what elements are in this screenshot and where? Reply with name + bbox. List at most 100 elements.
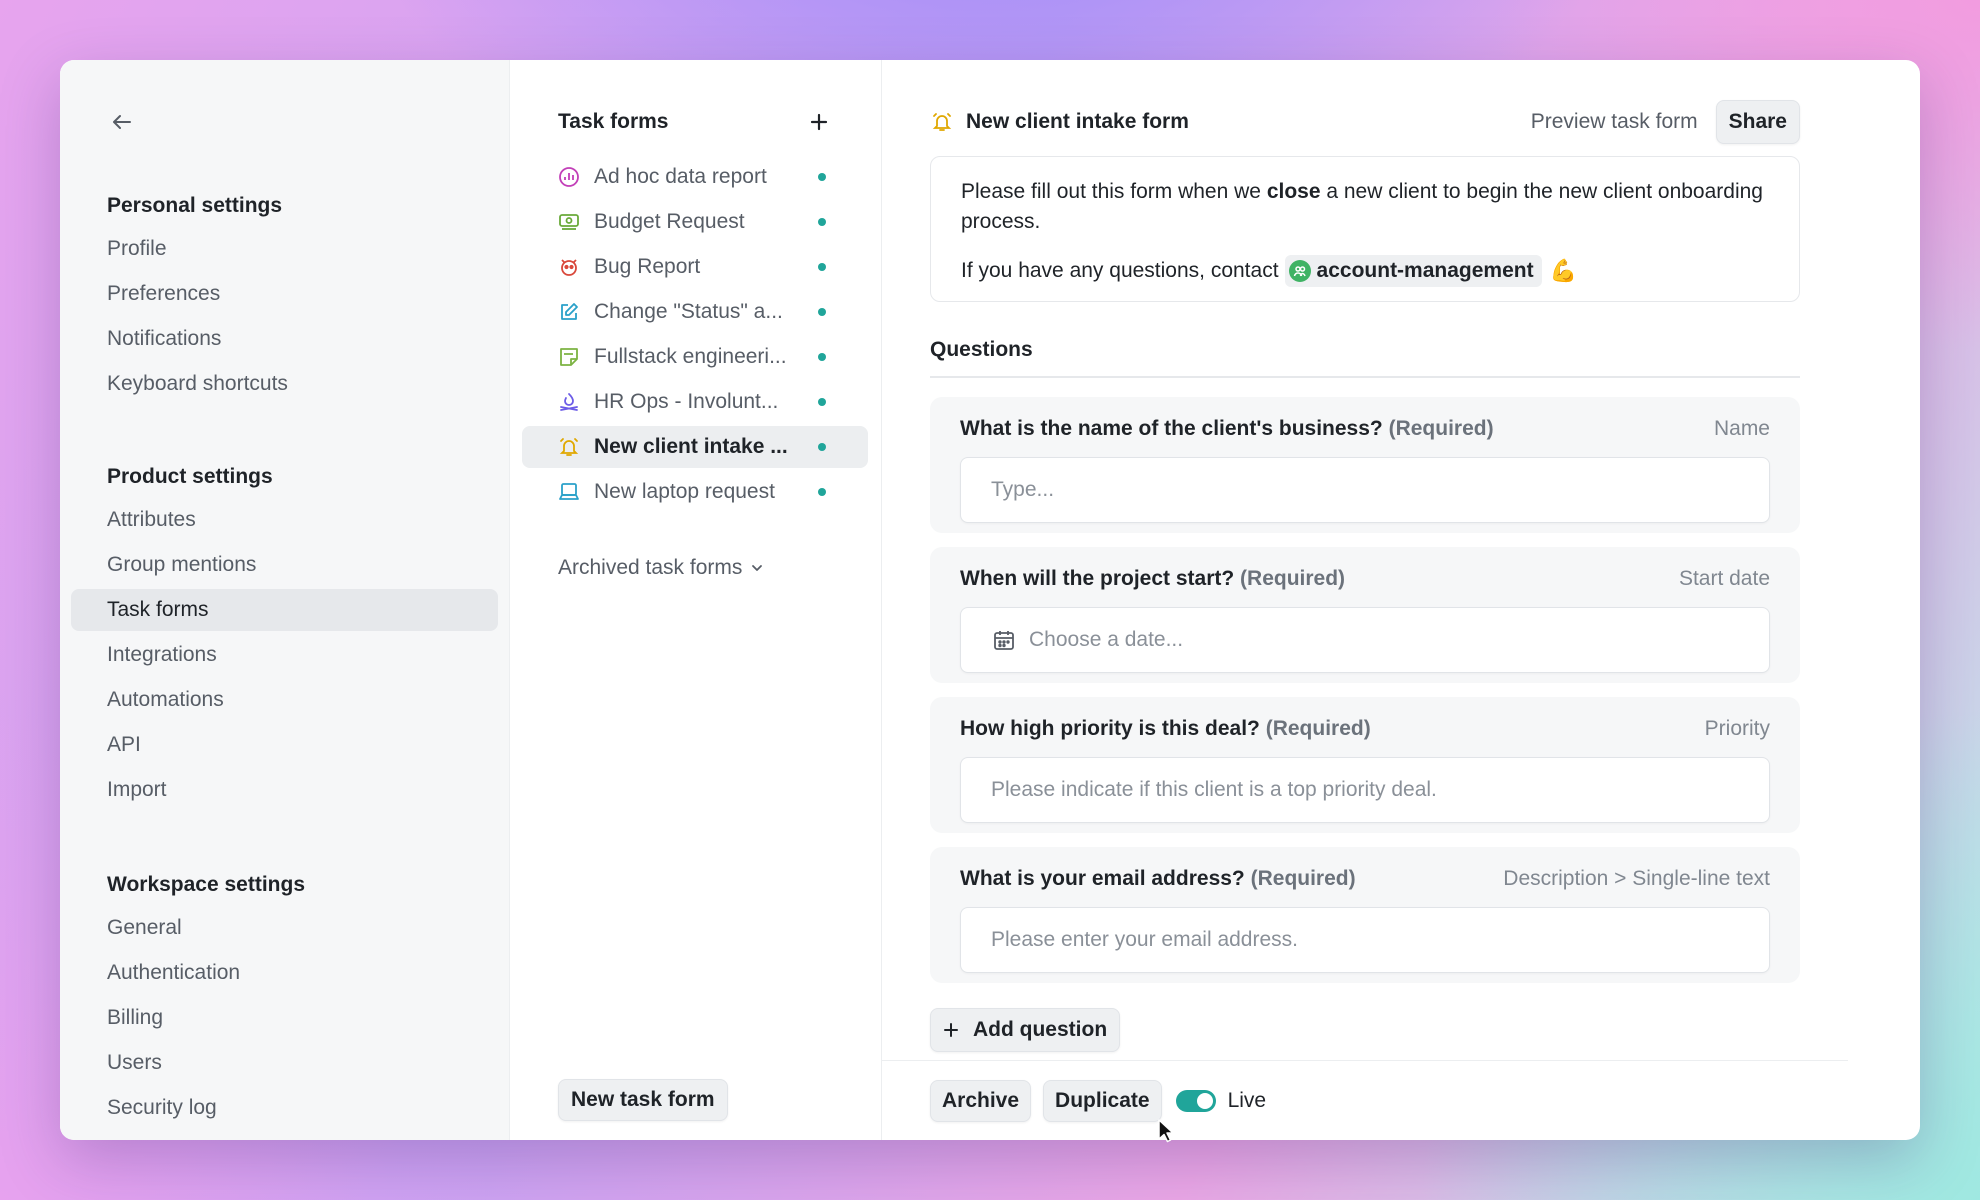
note-icon <box>558 346 580 368</box>
nav-item-security-log[interactable]: Security log <box>71 1087 498 1129</box>
task-form-label: HR Ops - Involunt... <box>594 390 779 413</box>
section-title: Personal settings <box>107 194 283 217</box>
nav-item-billing[interactable]: Billing <box>71 997 498 1039</box>
form-title[interactable]: New client intake form <box>966 110 1531 134</box>
question-card[interactable]: What is the name of the client's busines… <box>930 397 1800 533</box>
task-form-label: Change "Status" a... <box>594 300 783 323</box>
live-status-dot <box>818 218 826 226</box>
input-placeholder: Choose a date... <box>1029 628 1184 651</box>
task-form-item-budget-request[interactable]: Budget Request <box>522 201 868 243</box>
live-status-dot <box>818 263 826 271</box>
add-task-form-button[interactable] <box>804 107 834 137</box>
task-form-item-new-laptop-request[interactable]: New laptop request <box>522 471 868 513</box>
nav-item-keyboard-shortcuts[interactable]: Keyboard shortcuts <box>71 363 498 405</box>
live-toggle[interactable] <box>1175 1090 1216 1112</box>
nav-item-api[interactable]: API <box>71 724 498 766</box>
nav-item-integrations[interactable]: Integrations <box>71 634 498 676</box>
required-tag: (Required) <box>1240 567 1346 590</box>
duplicate-button[interactable]: Duplicate <box>1043 1080 1162 1122</box>
back-button[interactable] <box>102 102 142 142</box>
preview-task-form-link[interactable]: Preview task form <box>1531 110 1698 134</box>
question-label: When will the project start? (Required) <box>960 567 1345 591</box>
question-text: What is your email address? <box>960 867 1245 890</box>
nav-item-notifications[interactable]: Notifications <box>71 318 498 360</box>
chevron-down-icon <box>752 565 763 571</box>
arrow-left-icon <box>113 115 131 129</box>
money-icon <box>558 211 580 233</box>
priority-input[interactable]: Please indicate if this client is a top … <box>960 757 1770 823</box>
task-form-item-fullstack-engineering[interactable]: Fullstack engineeri... <box>522 336 868 378</box>
live-status-dot <box>818 443 826 451</box>
task-forms-header: Task forms <box>558 102 834 142</box>
task-form-item-change-status[interactable]: Change "Status" a... <box>522 291 868 333</box>
live-label: Live <box>1227 1089 1267 1112</box>
nav-item-preferences[interactable]: Preferences <box>71 273 498 315</box>
add-question-label: Add question <box>973 1018 1108 1041</box>
bug-icon <box>558 256 580 278</box>
live-status-dot <box>818 308 826 316</box>
start-date-picker[interactable]: Choose a date... <box>960 607 1770 673</box>
question-card[interactable]: When will the project start? (Required) … <box>930 547 1800 683</box>
mouse-cursor-icon <box>1158 1119 1174 1143</box>
nav-item-task-forms[interactable]: Task forms <box>71 589 498 631</box>
mention-label: account-management <box>1316 259 1534 282</box>
question-card[interactable]: What is your email address? (Required) D… <box>930 847 1800 983</box>
app-window: Personal settings Profile Preferences No… <box>60 60 1920 1140</box>
laptop-icon <box>558 481 580 503</box>
nav-item-automations[interactable]: Automations <box>71 679 498 721</box>
plus-icon <box>810 113 828 131</box>
question-text: How high priority is this deal? <box>960 717 1260 740</box>
nav-item-attributes[interactable]: Attributes <box>71 499 498 541</box>
business-name-input[interactable]: Type... <box>960 457 1770 523</box>
plus-icon <box>943 1022 959 1038</box>
questions-heading: Questions <box>930 330 1800 378</box>
add-question-button[interactable]: Add question <box>930 1008 1121 1052</box>
nav-item-authentication[interactable]: Authentication <box>71 952 498 994</box>
task-form-item-hr-ops[interactable]: HR Ops - Involunt... <box>522 381 868 423</box>
share-button[interactable]: Share <box>1715 100 1800 144</box>
task-form-item-ad-hoc-data-report[interactable]: Ad hoc data report <box>522 156 868 198</box>
fire-icon <box>558 391 580 413</box>
toggle-knob <box>1196 1093 1213 1109</box>
nav-item-import[interactable]: Import <box>71 769 498 811</box>
form-description[interactable]: Please fill out this form when we close … <box>930 156 1800 302</box>
input-placeholder: Type... <box>991 478 1055 501</box>
task-form-item-bug-report[interactable]: Bug Report <box>522 246 868 288</box>
question-attribute: Name <box>1713 417 1770 440</box>
question-card[interactable]: How high priority is this deal? (Require… <box>930 697 1800 833</box>
question-attribute: Description > Single-line text <box>1503 867 1770 890</box>
settings-sidebar: Personal settings Profile Preferences No… <box>60 60 510 1140</box>
group-icon <box>1288 260 1311 282</box>
description-text: If you have any questions, contact <box>961 259 1279 282</box>
task-form-label: New laptop request <box>594 480 775 503</box>
nav-item-users[interactable]: Users <box>71 1042 498 1084</box>
task-form-label: New client intake ... <box>594 435 788 458</box>
task-form-item-new-client-intake[interactable]: New client intake ... <box>522 426 868 468</box>
nav-item-group-mentions[interactable]: Group mentions <box>71 544 498 586</box>
archived-task-forms-toggle[interactable]: Archived task forms <box>558 548 764 588</box>
flexed-biceps-emoji: 💪 <box>1549 258 1577 283</box>
live-status-dot <box>818 398 826 406</box>
input-placeholder: Please enter your email address. <box>991 928 1298 951</box>
product-settings-section: Product settings Attributes Group mentio… <box>71 455 498 814</box>
group-mention[interactable]: account-management <box>1284 255 1542 287</box>
nav-item-profile[interactable]: Profile <box>71 228 498 270</box>
task-form-label: Budget Request <box>594 210 745 233</box>
question-label: How high priority is this deal? (Require… <box>960 717 1371 741</box>
live-status-dot <box>818 173 826 181</box>
email-input[interactable]: Please enter your email address. <box>960 907 1770 973</box>
archive-button[interactable]: Archive <box>930 1080 1032 1122</box>
question-attribute: Start date <box>1678 567 1770 590</box>
calendar-icon <box>991 627 1017 653</box>
question-label: What is your email address? (Required) <box>960 867 1356 891</box>
edit-icon <box>558 301 580 323</box>
new-task-form-button[interactable]: New task form <box>558 1079 728 1121</box>
task-form-label: Bug Report <box>594 255 701 278</box>
form-header: New client intake form Preview task form… <box>930 100 1800 144</box>
chart-icon <box>558 166 580 188</box>
question-label: What is the name of the client's busines… <box>960 417 1494 441</box>
bell-icon <box>930 110 954 134</box>
nav-item-general[interactable]: General <box>71 907 498 949</box>
bell-icon <box>558 436 580 458</box>
form-footer: Archive Duplicate Live <box>930 1079 1266 1123</box>
